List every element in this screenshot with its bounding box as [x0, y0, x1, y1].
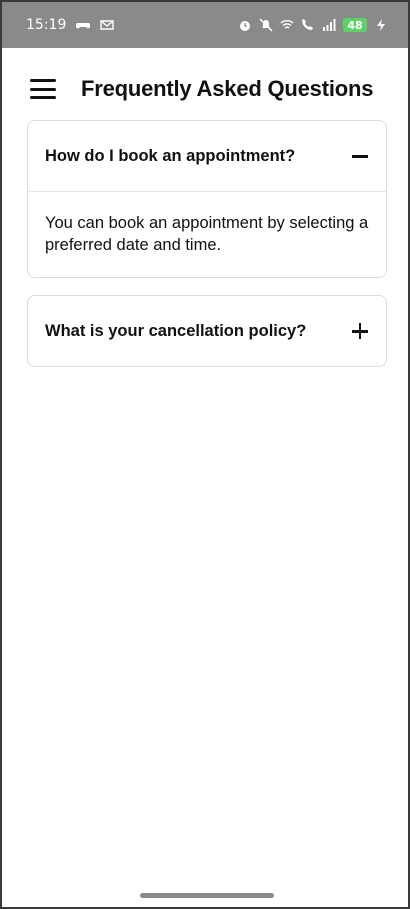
alarm-icon [240, 21, 250, 31]
battery-icon: 48 [343, 18, 367, 32]
call-icon [302, 19, 313, 30]
app-bar: Frequently Asked Questions [2, 64, 408, 114]
charging-icon [377, 19, 385, 31]
page-title: Frequently Asked Questions [81, 76, 374, 101]
faq-item-book-appointment: How do I book an appointment? You can bo… [27, 120, 387, 278]
faq-item-cancellation-policy: What is your cancellation policy? [27, 295, 387, 367]
hamburger-menu-icon[interactable] [30, 79, 56, 99]
faq-question-header[interactable]: How do I book an appointment? [28, 121, 386, 191]
faq-question-header[interactable]: What is your cancellation policy? [28, 296, 386, 366]
status-time: 15:19 [26, 17, 67, 33]
signal-icon [323, 19, 336, 31]
faq-question-text: What is your cancellation policy? [45, 321, 307, 340]
phone-screen: 15:19 48 Frequently Asked Questions How … [0, 0, 410, 909]
plus-icon[interactable] [352, 323, 368, 339]
wifi-call-icon [280, 20, 294, 29]
faq-list: How do I book an appointment? You can bo… [27, 120, 387, 384]
mute-icon [259, 18, 273, 32]
faq-question-text: How do I book an appointment? [45, 146, 296, 165]
minus-icon[interactable] [352, 148, 368, 164]
mail-icon [100, 20, 115, 30]
home-indicator[interactable] [140, 893, 274, 898]
status-bar-left: 15:19 [26, 17, 115, 33]
status-bar: 15:19 48 [2, 2, 408, 48]
status-bar-right: 48 [238, 18, 388, 32]
faq-answer-text: You can book an appointment by selecting… [28, 191, 386, 277]
game-controller-icon [76, 23, 91, 29]
